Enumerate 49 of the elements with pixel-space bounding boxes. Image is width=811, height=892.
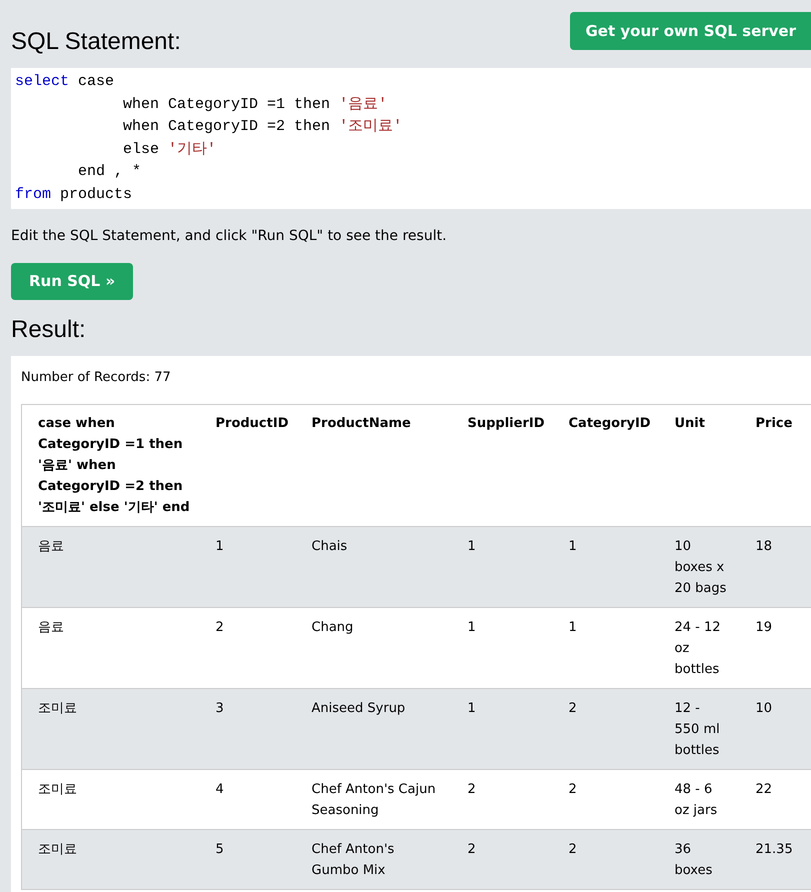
table-cell: 1 [452, 526, 552, 607]
column-header: ProductID [200, 404, 296, 526]
instructions-text: Edit the SQL Statement, and click "Run SQL" to see the result. [11, 227, 448, 246]
table-cell: 3 [200, 688, 296, 769]
table-cell: Aniseed Syrup [296, 688, 452, 769]
table-cell: 2 [452, 769, 552, 829]
table-cell: 5 [200, 829, 296, 889]
table-cell: 조미료 [22, 769, 200, 829]
table-cell: 1 [552, 526, 658, 607]
table-cell: 22 [740, 769, 811, 829]
table-cell: 조미료 [22, 829, 200, 889]
table-cell: 음료 [22, 526, 200, 607]
table-cell: 2 [552, 688, 658, 769]
run-sql-button[interactable]: Run SQL » [11, 263, 134, 300]
table-cell: 48 - 6 oz jars [658, 769, 740, 829]
column-header: Price [740, 404, 811, 526]
table-cell: 1 [552, 607, 658, 688]
table-cell: 21.35 [740, 829, 811, 889]
table-cell: 2 [552, 769, 658, 829]
column-header: CategoryID [552, 404, 658, 526]
table-cell: 19 [740, 607, 811, 688]
table-cell: 2 [452, 829, 552, 889]
table-cell: 24 - 12 oz bottles [658, 607, 740, 688]
table-cell: Chais [296, 526, 452, 607]
table-cell: 36 boxes [658, 829, 740, 889]
record-count: Number of Records: 77 [21, 369, 172, 387]
table-cell: Chef Anton's Gumbo Mix [296, 829, 452, 889]
result-heading: Result: [11, 315, 87, 345]
table-cell: 12 - 550 ml bottles [658, 688, 740, 769]
table-cell: 10 [740, 688, 811, 769]
table-cell: 조미료 [22, 688, 200, 769]
table-cell: 1 [452, 607, 552, 688]
column-header: ProductName [296, 404, 452, 526]
table-cell: 음료 [22, 607, 200, 688]
table-cell: 1 [200, 526, 296, 607]
table-cell: Chang [296, 607, 452, 688]
table-cell: 2 [200, 607, 296, 688]
column-header: case when CategoryID =1 then '음료' when CategoryID =2 then '조미료' else '기타' end [22, 404, 200, 526]
table-cell: 2 [552, 829, 658, 889]
get-server-button[interactable]: Get your own SQL server [570, 12, 811, 50]
section-heading: SQL Statement: [11, 27, 181, 57]
table-cell: 18 [740, 526, 811, 607]
sql-editor[interactable]: select case when CategoryID =1 then '음료' when CategoryID =2 then '조미료' else '기타' end , * from products [11, 68, 811, 209]
table-cell: Chef Anton's Cajun Seasoning [296, 769, 452, 829]
table-cell: 10 boxes x 20 bags [658, 526, 740, 607]
column-header: Unit [658, 404, 740, 526]
table-cell: 4 [200, 769, 296, 829]
column-header: SupplierID [452, 404, 552, 526]
table-cell: 1 [452, 688, 552, 769]
